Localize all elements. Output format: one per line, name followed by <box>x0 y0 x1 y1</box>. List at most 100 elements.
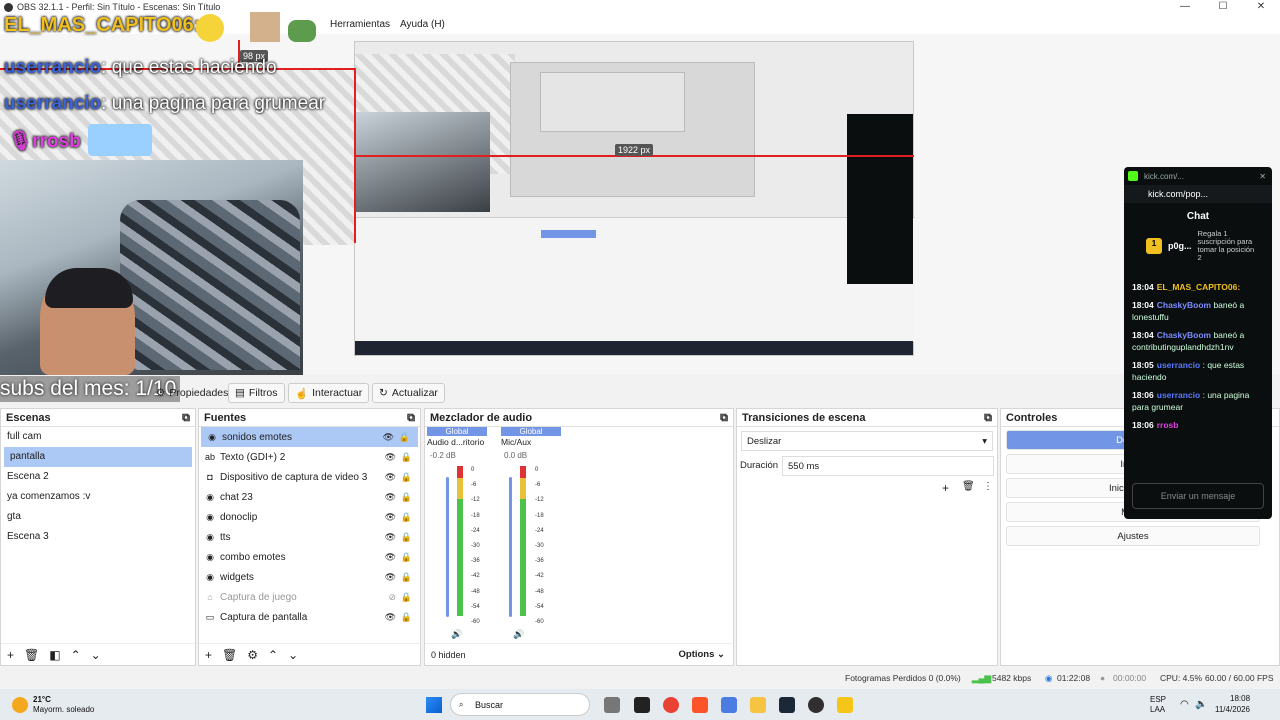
search-icon: ⌕ <box>459 700 464 709</box>
source-item[interactable]: ▭ Captura de pantalla 👁 🔒 <box>199 607 420 627</box>
interact-button[interactable]: ☝ Interactuar <box>288 383 370 403</box>
lock-icon[interactable]: 🔒 <box>401 592 412 603</box>
move-up-button[interactable]: ⌃ <box>268 648 278 662</box>
source-item[interactable]: ◉ widgets 👁 🔒 <box>199 567 420 587</box>
channel-db: -0.2 dB <box>430 451 456 460</box>
scene-item[interactable]: gta <box>1 507 195 527</box>
source-item[interactable]: ab Texto (GDI+) 2 👁 🔒 <box>199 447 420 467</box>
unlock-icon[interactable]: 🔒 <box>401 492 412 503</box>
move-down-button[interactable]: ⌄ <box>288 648 298 662</box>
settings-button[interactable]: Ajustes <box>1006 526 1260 546</box>
close-icon[interactable]: ✕ <box>1259 172 1266 181</box>
add-transition-button[interactable]: + <box>942 481 949 495</box>
scene-item[interactable]: pantalla <box>4 447 192 467</box>
dock-undock-icon[interactable]: ⧉ <box>407 412 415 424</box>
source-item[interactable]: ◉ tts 👁 🔒 <box>199 527 420 547</box>
volume-slider[interactable] <box>446 477 449 617</box>
meter-scale-label: -54 <box>535 603 544 610</box>
eye-icon[interactable]: 👁 <box>385 512 396 523</box>
source-item[interactable]: ◘ Dispositivo de captura de video 3 👁 🔒 <box>199 467 420 487</box>
steam-icon[interactable] <box>779 697 795 713</box>
trash-icon[interactable]: 🗑 <box>222 648 237 662</box>
windows-start-icon[interactable] <box>426 697 442 713</box>
eye-icon[interactable]: 👁 <box>385 552 396 563</box>
kick-url-bar[interactable]: kick.com/pop... <box>1124 185 1272 203</box>
gear-icon[interactable]: ⚙ <box>247 648 258 662</box>
speaker-icon[interactable]: 🔊 <box>451 629 462 640</box>
scenes-title: Escenas <box>6 412 51 424</box>
chrome-icon[interactable] <box>663 697 679 713</box>
speaker-icon[interactable]: 🔊 <box>513 629 524 640</box>
emote-minion-icon <box>88 124 152 156</box>
source-item[interactable]: ◉ donoclip 👁 🔒 <box>199 507 420 527</box>
refresh-button[interactable]: ↻ Actualizar <box>372 383 445 403</box>
unlock-icon[interactable]: 🔒 <box>401 512 412 523</box>
scene-item[interactable]: Escena 3 <box>1 527 195 547</box>
menu-item-tools[interactable]: Herramientas <box>330 19 390 30</box>
trash-icon[interactable]: 🗑 <box>962 481 975 492</box>
trash-icon[interactable]: 🗑 <box>24 648 39 662</box>
taskbar-search[interactable]: ⌕ Buscar <box>450 693 590 716</box>
scene-item[interactable]: full cam <box>1 427 195 447</box>
move-up-button[interactable]: ⌃ <box>71 648 81 662</box>
eye-icon[interactable]: 👁 <box>385 572 396 583</box>
store-icon[interactable] <box>721 697 737 713</box>
source-item[interactable]: ⌂ Captura de juego ⊘ 🔒 <box>199 587 420 607</box>
add-source-button[interactable]: + <box>205 648 212 662</box>
eye-icon[interactable]: 👁 <box>385 612 396 623</box>
lock-icon[interactable]: 🔒 <box>401 532 412 543</box>
source-item[interactable]: ◉ chat 23 👁 🔒 <box>199 487 420 507</box>
filters-button[interactable]: ▤ Filtros <box>228 383 285 403</box>
epic-games-icon[interactable] <box>634 697 650 713</box>
scene-item[interactable]: Escena 2 <box>1 467 195 487</box>
mixer-options-button[interactable]: Options ⌄ <box>679 649 726 660</box>
unlock-icon[interactable]: 🔒 <box>399 432 410 443</box>
unlock-icon[interactable]: 🔒 <box>401 612 412 623</box>
volume-icon[interactable]: 🔈 <box>1195 699 1207 710</box>
eye-icon[interactable]: 👁 <box>385 472 396 483</box>
minimize-button[interactable]: — <box>1166 0 1204 14</box>
source-item[interactable]: ◉ sonidos emotes 👁 🔒 <box>201 427 418 447</box>
unlock-icon[interactable]: 🔒 <box>401 452 412 463</box>
eye-icon[interactable]: 👁 <box>385 492 396 503</box>
scene-filter-button[interactable]: ◧ <box>49 648 60 662</box>
more-icon[interactable]: ⋮ <box>983 481 993 492</box>
eye-icon[interactable]: 👁 <box>383 432 394 443</box>
eye-icon[interactable]: 👁 <box>385 532 396 543</box>
wifi-icon[interactable]: ◠ <box>1180 699 1189 710</box>
task-view-icon[interactable] <box>604 697 620 713</box>
unlock-icon[interactable]: 🔒 <box>401 572 412 583</box>
app-icon[interactable] <box>837 697 853 713</box>
menu-item-help[interactable]: Ayuda (H) <box>400 19 445 30</box>
kick-message-input[interactable]: Enviar un mensaje <box>1132 483 1264 509</box>
overlay-chat-line: userrancio: que estas haciendo <box>4 57 277 78</box>
meter-scale-label: -42 <box>471 573 480 580</box>
obs-icon[interactable] <box>808 697 824 713</box>
scene-item[interactable]: ya comenzamos :v <box>1 487 195 507</box>
clock-time[interactable]: 18:08 <box>1230 694 1250 703</box>
properties-button[interactable]: ⚙ Propiedades <box>150 383 234 403</box>
browser-icon: ◉ <box>206 511 214 522</box>
dock-undock-icon[interactable]: ⧉ <box>182 412 190 424</box>
brave-icon[interactable] <box>692 697 708 713</box>
overlay-top-user: EL_MAS_CAPITO06: <box>4 14 201 36</box>
transition-select[interactable]: Deslizar ▾ <box>741 431 993 451</box>
source-item[interactable]: ◉ combo emotes 👁 🔒 <box>199 547 420 567</box>
unlock-icon[interactable]: 🔒 <box>401 472 412 483</box>
dock-undock-icon[interactable]: ⧉ <box>984 412 992 424</box>
volume-slider[interactable] <box>509 477 512 617</box>
lock-icon[interactable]: 🔒 <box>401 552 412 563</box>
file-explorer-icon[interactable] <box>750 697 766 713</box>
close-button[interactable]: ✕ <box>1242 0 1280 14</box>
eye-hidden-icon[interactable]: ⊘ <box>388 592 396 603</box>
eye-icon[interactable]: 👁 <box>385 452 396 463</box>
kick-chat-message: 18:04 EL_MAS_CAPITO06: <box>1132 282 1241 292</box>
channel-name[interactable]: Audio d...ritorio <box>427 436 487 448</box>
language-indicator[interactable]: ESP <box>1150 695 1166 704</box>
maximize-button[interactable]: ☐ <box>1204 0 1242 14</box>
dock-undock-icon[interactable]: ⧉ <box>720 412 728 424</box>
move-down-button[interactable]: ⌄ <box>91 648 101 662</box>
duration-input[interactable]: 550 ms <box>782 456 994 476</box>
add-scene-button[interactable]: + <box>7 648 14 662</box>
channel-name[interactable]: Mic/Aux <box>501 436 561 448</box>
